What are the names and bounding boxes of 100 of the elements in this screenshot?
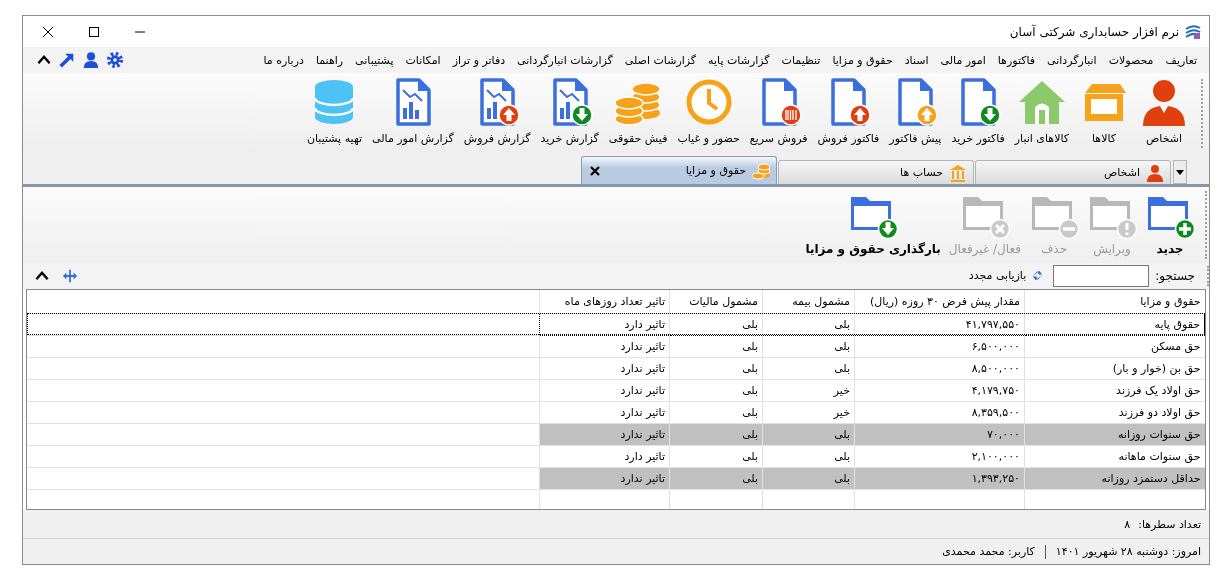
coins-icon: [752, 161, 770, 180]
row-count-value: ۸: [1124, 517, 1131, 531]
user-icon[interactable]: [82, 51, 100, 69]
table-cell: حقوق پایه: [1024, 313, 1205, 336]
table-cell: تاثیر ندارد: [539, 467, 670, 490]
table-cell: حق سنوات ماهانه: [1024, 445, 1205, 468]
table-cell: بلی: [669, 379, 763, 402]
table-cell: حق اولاد یک فرزند: [1024, 379, 1205, 402]
toolbar-button[interactable]: فاکتور خرید: [947, 75, 1009, 147]
table-cell: تاثیر ندارد: [539, 335, 670, 358]
table-cell: ۸,۳۵۹,۵۰۰: [854, 401, 1025, 424]
toolbar-button[interactable]: کالاها: [1075, 75, 1133, 147]
close-icon[interactable]: [590, 165, 600, 176]
tab-list-button[interactable]: [1173, 160, 1187, 184]
table-cell: تاثیر دارد: [539, 445, 670, 468]
menu-item[interactable]: گزارشات پایه: [702, 53, 776, 67]
column-header[interactable]: مشمول بیمه: [762, 289, 855, 314]
menu-item[interactable]: انبارگردانی: [1041, 53, 1103, 67]
table-cell: بلی: [762, 357, 855, 380]
action-button[interactable]: بارگذاری حقوق و مزایا: [801, 187, 945, 258]
resize-icon[interactable]: [62, 267, 78, 284]
table-row[interactable]: حق مسکن ۶,۵۰۰,۰۰۰ بلی بلی تاثیر ندارد: [27, 335, 1205, 358]
window-title: نرم افزار حسابداری شرکتی آسان: [1009, 24, 1179, 39]
menu-item[interactable]: دفاتر و تراز: [446, 53, 512, 67]
table-cell: بلی: [762, 467, 855, 490]
app-logo-icon: [1185, 23, 1201, 40]
menu-item[interactable]: امور مالی: [934, 53, 992, 67]
table-cell: بلی: [669, 401, 763, 424]
bank-icon: [949, 163, 967, 182]
tab[interactable]: حقوق و مزایا: [581, 156, 777, 184]
toolbar-button[interactable]: حضور و غیاب: [673, 75, 744, 147]
table-cell: حق اولاد دو فرزند: [1024, 401, 1205, 424]
menu-item[interactable]: اسناد: [898, 53, 935, 67]
table-cell: ۸,۵۰۰,۰۰۰: [854, 357, 1025, 380]
table-cell: خیر: [762, 379, 855, 402]
table-cell: بلی: [669, 467, 763, 490]
close-icon: [42, 25, 54, 38]
toolbar-button[interactable]: فیش حقوقی: [604, 75, 672, 147]
table-cell: تاثیر دارد: [539, 313, 670, 336]
row-count-label: تعداد سطرها:: [1138, 517, 1201, 531]
column-header[interactable]: مقدار پیش فرض ۳۰ روزه (ریال): [854, 289, 1025, 314]
column-header[interactable]: حقوق و مزایا: [1024, 289, 1205, 314]
table-cell: بلی: [669, 445, 763, 468]
table-cell: بلی: [762, 313, 855, 336]
table-row[interactable]: حق اولاد دو فرزند ۸,۳۵۹,۵۰۰ خیر بلی تاثیر ندارد: [27, 401, 1205, 424]
table-cell: بلی: [669, 335, 763, 358]
table-row[interactable]: حق سنوات روزانه ۷۰,۰۰۰ بلی بلی تاثیر ندارد: [27, 423, 1205, 446]
table-cell: تاثیر ندارد: [539, 379, 670, 402]
reload-button[interactable]: بازیابی مجدد: [966, 268, 1048, 284]
table-cell: بلی: [669, 423, 763, 446]
toolbar-button[interactable]: اشخاص: [1135, 75, 1193, 147]
toolbar-button[interactable]: پیش فاکتور: [885, 75, 946, 147]
action-button[interactable]: جدید: [1141, 187, 1199, 258]
table-cell: خیر: [762, 401, 855, 424]
menu-item[interactable]: گزارشات اصلی: [618, 53, 703, 67]
table-cell: ۱,۳۹۳,۲۵۰: [854, 467, 1025, 490]
table-cell: حق مسکن: [1024, 335, 1205, 358]
settings-icon[interactable]: [106, 51, 124, 69]
table-cell: ۲,۱۰۰,۰۰۰: [854, 445, 1025, 468]
menu-item[interactable]: امکانات: [399, 53, 447, 67]
table-cell: بلی: [669, 313, 763, 336]
menu-item[interactable]: حقوق و مزایا: [826, 53, 899, 67]
toolbar-button[interactable]: گزارش امور مالی: [368, 75, 458, 147]
table-cell: بلی: [762, 335, 855, 358]
menu-item[interactable]: محصولات: [1102, 53, 1160, 67]
toolbar-button[interactable]: تهیه پشتیبان: [302, 75, 366, 147]
menu-item[interactable]: تعاریف: [1159, 53, 1203, 67]
table-row[interactable]: حداقل دستمزد روزانه ۱,۳۹۳,۲۵۰ بلی بلی تاثیر ندارد: [27, 467, 1205, 490]
tab[interactable]: اشخاص: [975, 160, 1171, 184]
column-header[interactable]: مشمول مالیات: [669, 289, 763, 314]
table-row[interactable]: حق سنوات ماهانه ۲,۱۰۰,۰۰۰ بلی بلی تاثیر دارد: [27, 445, 1205, 468]
toolbar-button[interactable]: فاکتور فروش: [813, 75, 884, 147]
menu-item[interactable]: پشتیبانی: [349, 53, 400, 67]
toolbar-button[interactable]: گزارش خرید: [536, 75, 603, 147]
table-cell: ۷۰,۰۰۰: [854, 423, 1025, 446]
toolbar-button[interactable]: فروش سریع: [745, 75, 812, 147]
table-row[interactable]: حقوق پایه ۴۱,۷۹۷,۵۵۰ بلی بلی تاثیر دارد: [27, 313, 1205, 336]
toolbar-button[interactable]: گزارش فروش: [459, 75, 535, 147]
menu-item[interactable]: فاکتورها: [991, 53, 1042, 67]
table-cell: بلی: [762, 423, 855, 446]
menu-item[interactable]: گزارشات انبارگردانی: [511, 53, 619, 67]
menu-item[interactable]: تنظیمات: [775, 53, 827, 67]
menu-item[interactable]: درباره ما: [257, 53, 310, 67]
table-cell: بلی: [669, 357, 763, 380]
table-cell: حق بن (خوار و بار): [1024, 357, 1205, 380]
table-cell: حق سنوات روزانه: [1024, 423, 1205, 446]
table-cell: تاثیر ندارد: [539, 357, 670, 380]
column-header[interactable]: تاثیر تعداد روزهای ماه: [539, 289, 670, 314]
menu-item[interactable]: راهنما: [309, 53, 350, 67]
table-row[interactable]: حق اولاد یک فرزند ۴,۱۷۹,۷۵۰ خیر بلی تاثیر ندارد: [27, 379, 1205, 402]
search-field[interactable]: [1053, 264, 1150, 287]
table-row[interactable]: حق بن (خوار و بار) ۸,۵۰۰,۰۰۰ بلی بلی تاثیر ندارد: [27, 357, 1205, 380]
arrow-icon[interactable]: [58, 51, 76, 69]
tab[interactable]: حساب ها: [778, 160, 974, 184]
table-cell: تاثیر ندارد: [539, 401, 670, 424]
toolbar-button[interactable]: کالاهای انبار: [1010, 75, 1073, 147]
table-cell: ۶,۵۰۰,۰۰۰: [854, 335, 1025, 358]
table-cell: تاثیر ندارد: [539, 423, 670, 446]
caret-icon: [1176, 168, 1184, 176]
table-cell: ۴,۱۷۹,۷۵۰: [854, 379, 1025, 402]
